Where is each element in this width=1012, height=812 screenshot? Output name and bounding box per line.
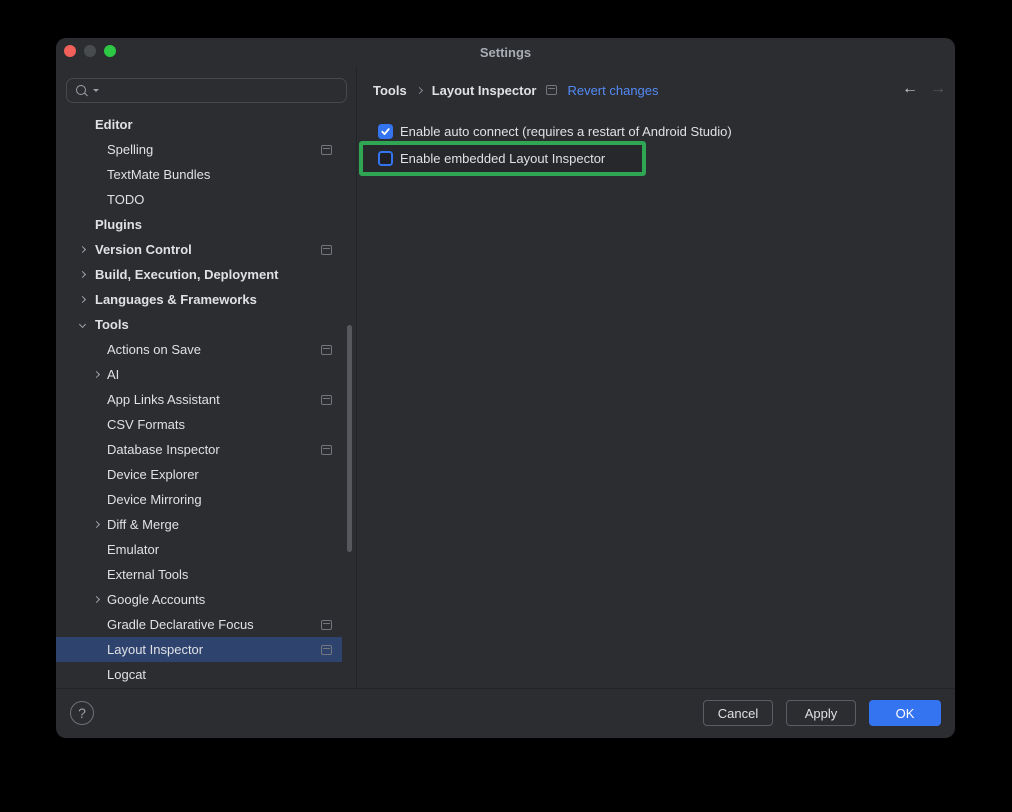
chevron-right-icon — [416, 86, 423, 93]
customizable-settings-icon — [321, 445, 332, 455]
settings-tree: Editor Spelling TextMate Bundles TODO Plugin… — [56, 112, 356, 687]
sidebar-item-textmate-bundles[interactable]: TextMate Bundles — [56, 162, 342, 187]
sidebar-item-editor[interactable]: Editor — [56, 112, 342, 137]
sidebar-item-label: AI — [107, 367, 119, 382]
sidebar-item-label: Editor — [95, 117, 133, 132]
sidebar-item-diff-merge[interactable]: Diff & Merge — [56, 512, 342, 537]
titlebar: Settings — [56, 38, 955, 66]
search-options-caret-icon[interactable] — [93, 89, 99, 92]
sidebar-item-label: Diff & Merge — [107, 517, 179, 532]
sidebar-item-device-explorer[interactable]: Device Explorer — [56, 462, 342, 487]
sidebar-item-label: Logcat — [107, 667, 146, 682]
revert-changes-link[interactable]: Revert changes — [567, 83, 658, 98]
chevron-right-icon[interactable] — [79, 246, 86, 253]
customizable-settings-icon — [321, 345, 332, 355]
sidebar-item-label: Layout Inspector — [107, 642, 203, 657]
sidebar-item-label: Device Explorer — [107, 467, 199, 482]
cancel-button[interactable]: Cancel — [703, 700, 773, 726]
back-arrow-button[interactable]: ← — [902, 80, 918, 98]
sidebar-item-label: CSV Formats — [107, 417, 185, 432]
option-auto-connect: Enable auto connect (requires a restart … — [378, 124, 732, 139]
customizable-settings-icon — [321, 645, 332, 655]
sidebar-item-gradle-declarative-focus[interactable]: Gradle Declarative Focus — [56, 612, 342, 637]
ok-button[interactable]: OK — [869, 700, 941, 726]
sidebar-item-build-execution-deployment[interactable]: Build, Execution, Deployment — [56, 262, 342, 287]
sidebar-item-database-inspector[interactable]: Database Inspector — [56, 437, 342, 462]
sidebar-item-label: Google Accounts — [107, 592, 205, 607]
chevron-right-icon[interactable] — [79, 296, 86, 303]
auto-connect-checkbox[interactable] — [378, 124, 393, 139]
chevron-right-icon[interactable] — [79, 271, 86, 278]
help-button[interactable]: ? — [70, 701, 94, 725]
sidebar-item-label: Emulator — [107, 542, 159, 557]
chevron-right-icon[interactable] — [93, 521, 100, 528]
window-title: Settings — [56, 38, 955, 66]
sidebar-item-label: Actions on Save — [107, 342, 201, 357]
sidebar-item-actions-on-save[interactable]: Actions on Save — [56, 337, 342, 362]
embedded-inspector-checkbox[interactable] — [378, 151, 393, 166]
checkmark-icon — [380, 126, 391, 137]
sidebar-item-todo[interactable]: TODO — [56, 187, 342, 212]
sidebar-item-external-tools[interactable]: External Tools — [56, 562, 342, 587]
chevron-right-icon[interactable] — [93, 596, 100, 603]
sidebar-item-device-mirroring[interactable]: Device Mirroring — [56, 487, 342, 512]
sidebar-item-app-links-assistant[interactable]: App Links Assistant — [56, 387, 342, 412]
sidebar-item-emulator[interactable]: Emulator — [56, 537, 342, 562]
search-icon — [75, 83, 91, 99]
sidebar-item-label: Tools — [95, 317, 129, 332]
sidebar-item-plugins[interactable]: Plugins — [56, 212, 342, 237]
sidebar-item-version-control[interactable]: Version Control — [56, 237, 342, 262]
footer: ? Cancel Apply OK — [56, 688, 955, 738]
auto-connect-label: Enable auto connect (requires a restart … — [400, 124, 732, 139]
chevron-down-icon[interactable] — [79, 321, 86, 328]
sidebar-item-label: External Tools — [107, 567, 188, 582]
sidebar-item-label: Version Control — [95, 242, 192, 257]
sidebar-item-label: TextMate Bundles — [107, 167, 210, 182]
search-input[interactable] — [66, 78, 347, 103]
breadcrumb: Tools Layout Inspector Revert changes — [373, 81, 659, 99]
sidebar-item-label: Database Inspector — [107, 442, 220, 457]
sidebar-item-label: Plugins — [95, 217, 142, 232]
sidebar-item-google-accounts[interactable]: Google Accounts — [56, 587, 342, 612]
sidebar-item-layout-inspector[interactable]: Layout Inspector — [56, 637, 342, 662]
embedded-inspector-label: Enable embedded Layout Inspector — [400, 151, 605, 166]
sidebar-item-spelling[interactable]: Spelling — [56, 137, 342, 162]
sidebar-divider — [356, 66, 357, 688]
sidebar-item-tools[interactable]: Tools — [56, 312, 342, 337]
sidebar-scrollbar[interactable] — [347, 325, 352, 552]
settings-window: Settings Editor Spelling TextMate Bundles T… — [56, 38, 955, 738]
breadcrumb-layout-inspector: Layout Inspector — [432, 83, 537, 98]
apply-button[interactable]: Apply — [786, 700, 856, 726]
sidebar-item-label: App Links Assistant — [107, 392, 220, 407]
sidebar-item-languages-frameworks[interactable]: Languages & Frameworks — [56, 287, 342, 312]
sidebar-item-label: Build, Execution, Deployment — [95, 267, 278, 282]
sidebar-item-label: Gradle Declarative Focus — [107, 617, 254, 632]
sidebar-item-label: Spelling — [107, 142, 153, 157]
customizable-settings-icon — [321, 245, 332, 255]
settings-sidebar: Editor Spelling TextMate Bundles TODO Plugin… — [56, 66, 356, 688]
customizable-settings-icon — [321, 145, 332, 155]
customizable-settings-icon — [546, 85, 557, 95]
sidebar-item-ai[interactable]: AI — [56, 362, 342, 387]
customizable-settings-icon — [321, 395, 332, 405]
footer-buttons: Cancel Apply OK — [703, 700, 941, 726]
sidebar-item-csv-formats[interactable]: CSV Formats — [56, 412, 342, 437]
sidebar-item-label: TODO — [107, 192, 144, 207]
forward-arrow-button: → — [930, 80, 946, 98]
breadcrumb-tools[interactable]: Tools — [373, 83, 407, 98]
customizable-settings-icon — [321, 620, 332, 630]
highlight-annotation: Enable embedded Layout Inspector — [359, 141, 646, 176]
sidebar-item-logcat[interactable]: Logcat — [56, 662, 342, 687]
sidebar-item-label: Device Mirroring — [107, 492, 202, 507]
chevron-right-icon[interactable] — [93, 371, 100, 378]
sidebar-item-label: Languages & Frameworks — [95, 292, 257, 307]
